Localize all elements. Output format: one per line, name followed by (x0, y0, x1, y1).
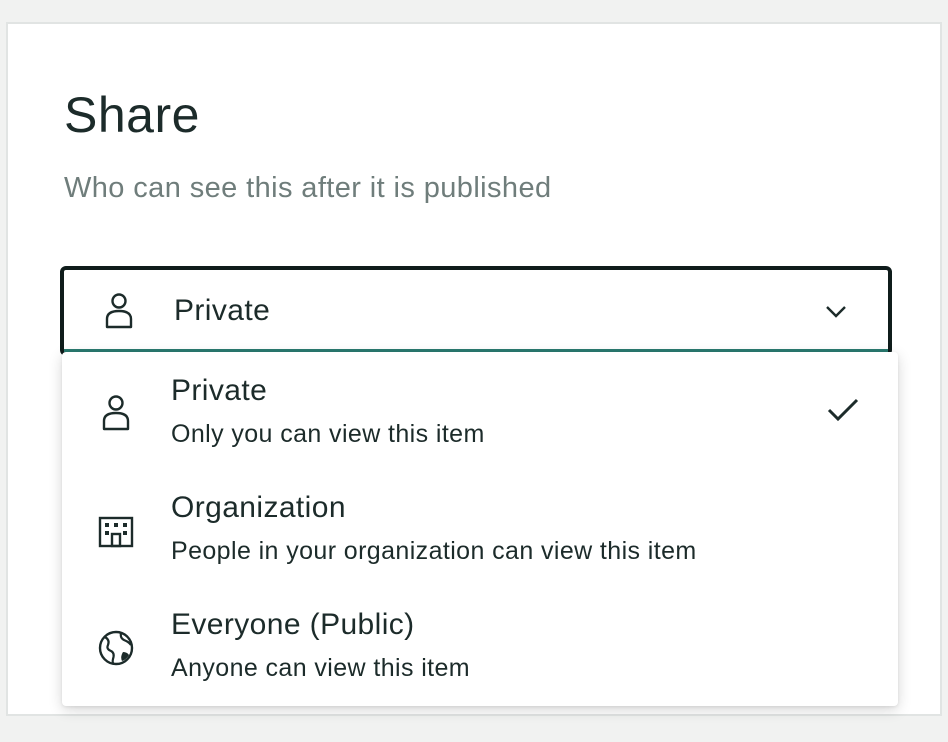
option-private[interactable]: Private Only you can view this item (62, 352, 898, 468)
option-private-label: Private (171, 374, 268, 407)
person-icon (102, 395, 130, 431)
option-organization[interactable]: Organization People in your organization… (62, 469, 898, 585)
chevron-down-icon (826, 306, 846, 318)
page-subtitle: Who can see this after it is published (64, 172, 552, 204)
building-icon (98, 516, 134, 548)
option-organization-description: People in your organization can view thi… (171, 537, 697, 565)
check-icon (827, 398, 859, 422)
option-everyone-public-label: Everyone (Public) (171, 608, 415, 641)
visibility-select-value: Private (174, 294, 271, 327)
option-everyone-public-description: Anyone can view this item (171, 654, 471, 682)
page-title: Share (64, 87, 200, 143)
globe-icon (98, 630, 134, 666)
option-everyone-public[interactable]: Everyone (Public) Anyone can view this i… (62, 586, 898, 702)
visibility-select[interactable]: Private (60, 266, 892, 356)
person-icon (105, 293, 133, 329)
option-organization-label: Organization (171, 491, 346, 524)
option-private-description: Only you can view this item (171, 420, 485, 448)
visibility-dropdown-menu: Private Only you can view this item Orga… (62, 352, 898, 706)
